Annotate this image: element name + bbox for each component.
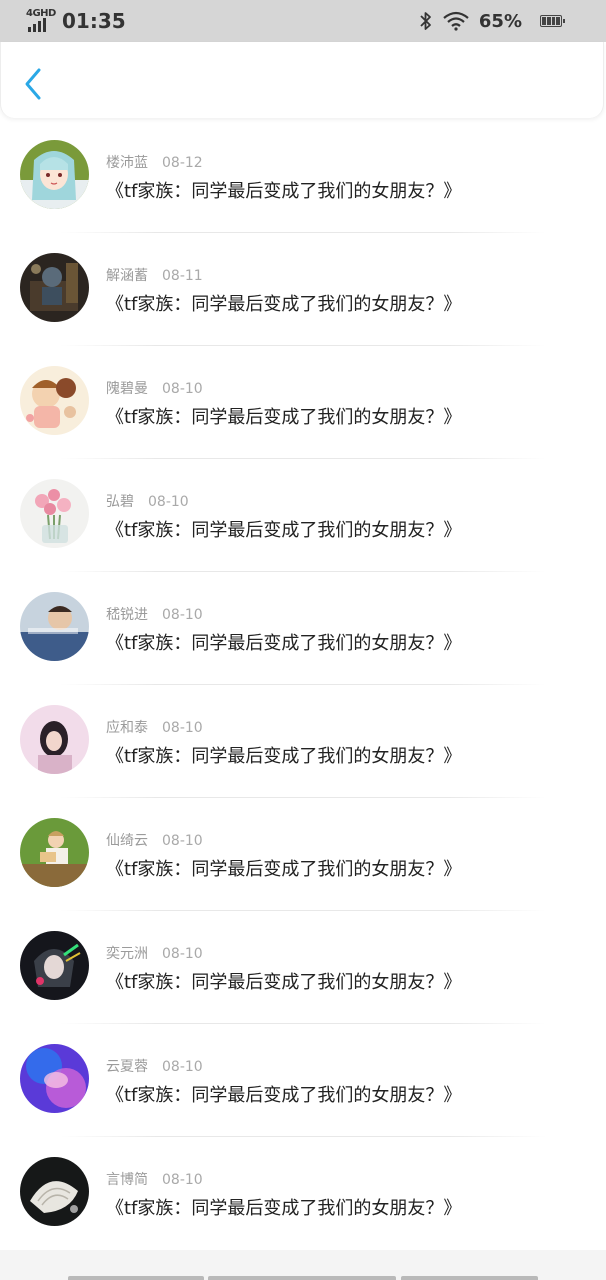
bluetooth-icon bbox=[420, 12, 431, 30]
message-title[interactable]: 《tf家族：同学最后变成了我们的女朋友？》 bbox=[106, 177, 461, 203]
status-bar: 4GHD 01:35 65% bbox=[0, 0, 606, 42]
message-meta: 奕元洲 08-10 bbox=[106, 943, 203, 963]
message-title[interactable]: 《tf家族：同学最后变成了我们的女朋友？》 bbox=[106, 1194, 461, 1220]
sender-name: 嵇锐进 bbox=[106, 607, 148, 623]
message-title[interactable]: 《tf家族：同学最后变成了我们的女朋友？》 bbox=[106, 403, 461, 429]
sender-name: 云夏蓉 bbox=[106, 1059, 148, 1075]
message-date: 08-12 bbox=[162, 155, 203, 171]
status-left: 4GHD 01:35 bbox=[26, 8, 126, 34]
message-item[interactable]: 隗碧曼 08-10 《tf家族：同学最后变成了我们的女朋友？》 bbox=[0, 346, 606, 459]
sender-name: 解涵蓄 bbox=[106, 268, 148, 284]
message-title[interactable]: 《tf家族：同学最后变成了我们的女朋友？》 bbox=[106, 516, 461, 542]
sender-name: 言博简 bbox=[106, 1172, 148, 1188]
message-meta: 楼沛蓝 08-12 bbox=[106, 152, 203, 172]
sender-name: 仙绮云 bbox=[106, 833, 148, 849]
message-title[interactable]: 《tf家族：同学最后变成了我们的女朋友？》 bbox=[106, 290, 461, 316]
chevron-left-icon[interactable] bbox=[17, 62, 51, 102]
status-right: 65% bbox=[419, 8, 565, 34]
avatar[interactable] bbox=[20, 931, 89, 1000]
message-item[interactable]: 解涵蓄 08-11 《tf家族：同学最后变成了我们的女朋友？》 bbox=[0, 233, 606, 346]
battery-percent: 65% bbox=[478, 10, 522, 32]
message-meta: 嵇锐进 08-10 bbox=[106, 604, 203, 624]
message-item[interactable]: 应和泰 08-10 《tf家族：同学最后变成了我们的女朋友？》 bbox=[0, 685, 606, 798]
bottom-tab-indicator bbox=[401, 1276, 538, 1280]
back-button[interactable] bbox=[17, 62, 51, 102]
status-time: 01:35 bbox=[62, 9, 126, 33]
message-title[interactable]: 《tf家族：同学最后变成了我们的女朋友？》 bbox=[106, 1081, 461, 1107]
message-date: 08-10 bbox=[162, 946, 203, 962]
signal-icon: 4GHD bbox=[26, 8, 56, 34]
bottom-tab-indicator bbox=[68, 1276, 204, 1280]
avatar[interactable] bbox=[20, 1044, 89, 1113]
message-date: 08-10 bbox=[162, 833, 203, 849]
message-item[interactable]: 楼沛蓝 08-12 《tf家族：同学最后变成了我们的女朋友？》 bbox=[0, 120, 606, 233]
message-meta: 仙绮云 08-10 bbox=[106, 830, 203, 850]
message-item[interactable]: 嵇锐进 08-10 《tf家族：同学最后变成了我们的女朋友？》 bbox=[0, 572, 606, 685]
avatar[interactable] bbox=[20, 818, 89, 887]
message-meta: 应和泰 08-10 bbox=[106, 717, 203, 737]
wifi-icon bbox=[443, 11, 469, 31]
avatar[interactable] bbox=[20, 253, 89, 322]
message-meta: 言博简 08-10 bbox=[106, 1169, 203, 1189]
battery-icon bbox=[540, 15, 565, 27]
message-date: 08-10 bbox=[162, 720, 203, 736]
sender-name: 应和泰 bbox=[106, 720, 148, 736]
bottom-strip bbox=[0, 1250, 606, 1280]
message-meta: 云夏蓉 08-10 bbox=[106, 1056, 203, 1076]
avatar[interactable] bbox=[20, 140, 89, 209]
message-list: 楼沛蓝 08-12 《tf家族：同学最后变成了我们的女朋友？》 解涵蓄 08-11 … bbox=[0, 120, 606, 1250]
message-item[interactable]: 弘碧 08-10 《tf家族：同学最后变成了我们的女朋友？》 bbox=[0, 459, 606, 572]
message-date: 08-11 bbox=[162, 268, 203, 284]
message-date: 08-10 bbox=[162, 607, 203, 623]
top-bar bbox=[0, 42, 604, 118]
avatar[interactable] bbox=[20, 479, 89, 548]
message-title[interactable]: 《tf家族：同学最后变成了我们的女朋友？》 bbox=[106, 742, 461, 768]
message-item[interactable]: 奕元洲 08-10 《tf家族：同学最后变成了我们的女朋友？》 bbox=[0, 911, 606, 1024]
message-date: 08-10 bbox=[148, 494, 189, 510]
avatar[interactable] bbox=[20, 705, 89, 774]
message-date: 08-10 bbox=[162, 1172, 203, 1188]
message-title[interactable]: 《tf家族：同学最后变成了我们的女朋友？》 bbox=[106, 855, 461, 881]
message-meta: 隗碧曼 08-10 bbox=[106, 378, 203, 398]
sender-name: 弘碧 bbox=[106, 494, 134, 510]
avatar[interactable] bbox=[20, 1157, 89, 1226]
message-date: 08-10 bbox=[162, 1059, 203, 1075]
message-item[interactable]: 仙绮云 08-10 《tf家族：同学最后变成了我们的女朋友？》 bbox=[0, 798, 606, 911]
avatar[interactable] bbox=[20, 366, 89, 435]
message-meta: 弘碧 08-10 bbox=[106, 491, 189, 511]
message-meta: 解涵蓄 08-11 bbox=[106, 265, 203, 285]
message-item[interactable]: 言博简 08-10 《tf家族：同学最后变成了我们的女朋友？》 bbox=[0, 1137, 606, 1250]
message-date: 08-10 bbox=[162, 381, 203, 397]
message-title[interactable]: 《tf家族：同学最后变成了我们的女朋友？》 bbox=[106, 968, 461, 994]
message-item[interactable]: 云夏蓉 08-10 《tf家族：同学最后变成了我们的女朋友？》 bbox=[0, 1024, 606, 1137]
avatar[interactable] bbox=[20, 592, 89, 661]
message-title[interactable]: 《tf家族：同学最后变成了我们的女朋友？》 bbox=[106, 629, 461, 655]
bottom-tab-indicator bbox=[208, 1276, 396, 1280]
sender-name: 隗碧曼 bbox=[106, 381, 148, 397]
sender-name: 奕元洲 bbox=[106, 946, 148, 962]
sender-name: 楼沛蓝 bbox=[106, 155, 148, 171]
